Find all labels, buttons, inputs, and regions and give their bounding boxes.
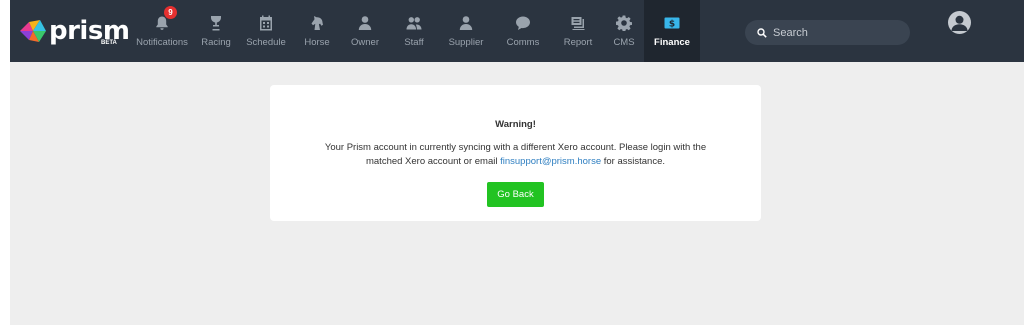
nav-label-supplier: Supplier — [448, 37, 484, 48]
prism-logo-mark-icon — [20, 20, 46, 42]
user-icon — [459, 16, 473, 30]
search-input[interactable] — [773, 26, 903, 39]
user-avatar-icon — [951, 15, 968, 31]
nav-label-finance: Finance — [654, 37, 690, 48]
nav-item-notifications[interactable]: 9 Notifications — [130, 0, 194, 62]
nav-label-comms: Comms — [506, 37, 540, 48]
nav-item-horse[interactable]: Horse — [294, 0, 340, 62]
main-nav: 9 Notifications Racing Schedule Horse Ow… — [130, 0, 700, 62]
users-icon — [406, 17, 422, 30]
brand-name: prism — [49, 16, 130, 46]
warning-dialog: Warning! Your Prism account in currently… — [270, 85, 761, 221]
nav-label-report: Report — [563, 37, 593, 48]
warning-message: Your Prism account in currently syncing … — [306, 141, 726, 168]
nav-item-staff[interactable]: Staff — [390, 0, 438, 62]
nav-label-horse: Horse — [304, 37, 330, 48]
go-back-button[interactable]: Go Back — [487, 182, 544, 207]
warning-message-tail: for assistance. — [601, 155, 665, 167]
nav-item-report[interactable]: Report — [552, 0, 604, 62]
support-email-link[interactable]: finsupport@prism.horse — [500, 156, 601, 167]
nav-item-cms[interactable]: CMS — [604, 0, 644, 62]
trophy-icon — [211, 16, 221, 31]
notification-count-badge: 9 — [164, 6, 177, 19]
nav-label-racing: Racing — [201, 37, 231, 48]
user-avatar[interactable] — [948, 11, 971, 34]
main-content: Warning! Your Prism account in currently… — [10, 62, 1024, 325]
nav-label-owner: Owner — [351, 37, 379, 48]
nav-label-cms: CMS — [613, 37, 635, 48]
gear-icon — [616, 15, 632, 31]
nav-item-comms[interactable]: Comms — [494, 0, 552, 62]
svg-text:$: $ — [669, 19, 675, 29]
nav-label-schedule: Schedule — [246, 37, 286, 48]
horse-icon — [311, 16, 323, 30]
dollar-icon: $ — [664, 17, 680, 29]
report-icon — [571, 17, 585, 30]
search-icon — [757, 27, 767, 38]
nav-label-staff: Staff — [404, 37, 424, 48]
nav-item-supplier[interactable]: Supplier — [438, 0, 494, 62]
user-icon — [358, 16, 372, 30]
search-box — [745, 20, 910, 45]
nav-item-finance[interactable]: $ Finance — [644, 0, 700, 62]
chat-icon — [516, 16, 530, 30]
warning-title: Warning! — [495, 119, 536, 130]
nav-item-owner[interactable]: Owner — [340, 0, 390, 62]
nav-label-notifications: Notifications — [136, 37, 188, 48]
top-navigation-bar: prism BETA 9 Notifications Racing Schedu… — [10, 0, 1024, 62]
nav-item-racing[interactable]: Racing — [194, 0, 238, 62]
calendar-icon — [260, 15, 272, 31]
prism-logo[interactable]: prism BETA — [10, 0, 130, 62]
nav-item-schedule[interactable]: Schedule — [238, 0, 294, 62]
beta-tag: BETA — [101, 40, 117, 46]
